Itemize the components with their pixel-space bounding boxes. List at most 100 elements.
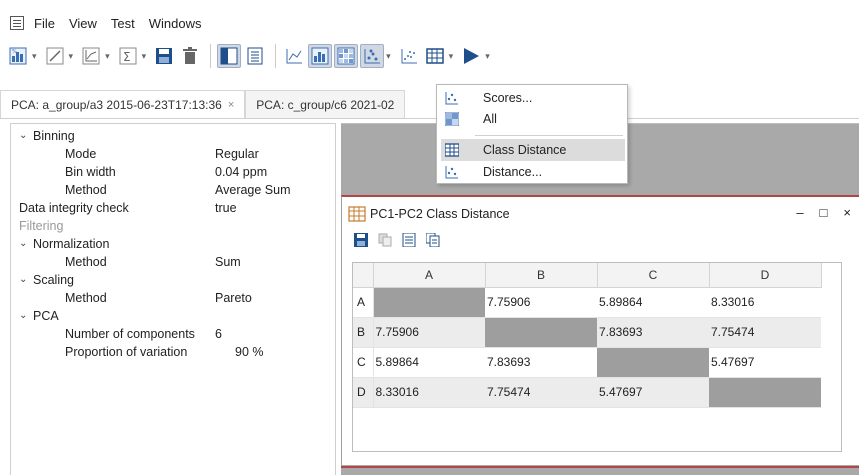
properties-panel: ⌄ Binning Mode Regular Bin width 0.04 pp… — [10, 123, 336, 475]
all-icon — [445, 112, 459, 126]
toolbar-separator — [210, 44, 212, 68]
bar-chart-icon[interactable] — [308, 44, 333, 68]
column-header[interactable]: A — [373, 263, 486, 288]
window-bottom-border — [341, 466, 859, 468]
table-cell[interactable] — [373, 287, 485, 318]
menu-test[interactable]: Test — [111, 16, 135, 31]
menu-item-scores[interactable]: Scores... — [437, 87, 627, 109]
scores-icon[interactable] — [360, 44, 385, 68]
chevron-down-icon[interactable]: ⌄ — [19, 235, 27, 253]
table-cell[interactable]: 5.89864 — [597, 287, 709, 318]
table-cell[interactable]: 8.33016 — [709, 287, 821, 318]
table-row: B 7.75906 7.83693 7.75474 — [353, 317, 821, 348]
table-cell[interactable]: 8.33016 — [373, 377, 485, 408]
chevron-down-icon[interactable]: ⌄ — [19, 127, 27, 145]
row-header[interactable]: D — [353, 377, 374, 408]
group-binning[interactable]: ⌄ Binning — [11, 127, 337, 145]
sigma-icon[interactable]: Σ — [116, 44, 140, 68]
document-icon[interactable] — [402, 233, 416, 247]
dropdown-arrow-icon[interactable]: ▾ — [449, 51, 454, 62]
close-icon[interactable]: × — [228, 99, 234, 111]
play-icon[interactable] — [459, 44, 483, 68]
window-title: PC1-PC2 Class Distance — [348, 203, 510, 225]
table-cell[interactable] — [485, 317, 597, 348]
prop-data-integrity: Data integrity check true — [19, 201, 237, 215]
column-header[interactable]: B — [485, 263, 598, 288]
table-icon — [348, 206, 366, 222]
toolbar: % ▾ ▾ ▾ Σ ▾ ▾ ▾ ▾ — [0, 38, 859, 74]
trash-icon[interactable] — [178, 44, 202, 68]
table-cell[interactable]: 7.75906 — [373, 317, 485, 348]
class-distance-window: PC1-PC2 Class Distance – □ × A B C D A 7… — [341, 195, 859, 465]
table-cell[interactable]: 7.75906 — [485, 287, 597, 318]
dropdown-arrow-icon[interactable]: ▾ — [386, 51, 391, 62]
dropdown-arrow-icon[interactable]: ▾ — [69, 51, 74, 62]
table-cell[interactable] — [597, 347, 709, 378]
dropdown-arrow-icon[interactable]: ▾ — [142, 51, 147, 62]
save-icon[interactable] — [354, 233, 368, 247]
row-header[interactable]: A — [353, 287, 374, 318]
table-cell[interactable]: 7.75474 — [485, 377, 597, 408]
save-icon[interactable] — [152, 44, 176, 68]
menu-view[interactable]: View — [69, 16, 97, 31]
row-header[interactable]: B — [353, 317, 374, 348]
panel-icon[interactable] — [217, 44, 242, 68]
prop-variation: Proportion of variation 90 % — [65, 345, 264, 359]
tab-pca-c-group[interactable]: PCA: c_group/c6 2021-02 — [245, 90, 406, 118]
dropdown-arrow-icon[interactable]: ▾ — [32, 51, 37, 62]
column-header[interactable]: D — [709, 263, 822, 288]
menu-bar: File View Test Windows — [0, 12, 859, 34]
table-icon[interactable] — [423, 44, 447, 68]
prop-scaling-method: Method Pareto — [65, 291, 252, 305]
tab-label: PCA: c_group/c6 2021-02 — [256, 97, 395, 112]
group-pca[interactable]: ⌄ PCA — [11, 307, 337, 325]
table-cell[interactable] — [709, 377, 821, 408]
table-icon — [445, 143, 459, 157]
heatmap-icon[interactable] — [334, 44, 359, 68]
tab-label: PCA: a_group/a3 2015-06-23T17:13:36 — [11, 97, 222, 112]
line-chart-icon[interactable] — [282, 44, 306, 68]
table-row: D 8.33016 7.75474 5.47697 — [353, 377, 821, 408]
menu-item-all[interactable]: All — [437, 108, 627, 130]
maximize-button[interactable]: □ — [820, 205, 828, 220]
menu-item-distance[interactable]: Distance... — [437, 161, 627, 183]
chevron-down-icon[interactable]: ⌄ — [19, 307, 27, 325]
table-row: A 7.75906 5.89864 8.33016 — [353, 287, 821, 318]
scores-icon — [445, 166, 458, 179]
line-icon[interactable] — [43, 44, 67, 68]
dropdown-arrow-icon[interactable]: ▾ — [105, 51, 110, 62]
table-cell[interactable]: 7.75474 — [709, 317, 821, 348]
document-icon[interactable] — [243, 44, 267, 68]
menu-separator — [475, 135, 623, 136]
table-cell[interactable]: 7.83693 — [485, 347, 597, 378]
table-cell[interactable]: 7.83693 — [597, 317, 709, 348]
dropdown-arrow-icon[interactable]: ▾ — [485, 51, 490, 62]
prop-method: Method Average Sum — [65, 183, 291, 197]
menu-windows[interactable]: Windows — [149, 16, 202, 31]
chart-dropdown-menu: Scores... All Class Distance Distance... — [436, 84, 628, 184]
close-button[interactable]: × — [843, 205, 851, 220]
chevron-down-icon[interactable]: ⌄ — [19, 271, 27, 289]
menu-item-class-distance[interactable]: Class Distance — [441, 139, 625, 161]
table-cell[interactable]: 5.89864 — [373, 347, 485, 378]
scatter-icon[interactable] — [397, 44, 421, 68]
window-controls: – □ × — [796, 205, 851, 220]
group-scaling[interactable]: ⌄ Scaling — [11, 271, 337, 289]
window-toolbar — [354, 233, 440, 247]
xy-plot-icon[interactable] — [79, 44, 103, 68]
svg-text:%: % — [12, 49, 17, 55]
prop-norm-method: Method Sum — [65, 255, 241, 269]
minimize-button[interactable]: – — [796, 205, 803, 220]
row-header[interactable]: C — [353, 347, 374, 378]
prop-bin-width: Bin width 0.04 ppm — [65, 165, 268, 179]
group-normalization[interactable]: ⌄ Normalization — [11, 235, 337, 253]
menu-file[interactable]: File — [34, 16, 55, 31]
tab-pca-a-group[interactable]: PCA: a_group/a3 2015-06-23T17:13:36 × — [0, 90, 246, 118]
copy-document-icon[interactable] — [426, 233, 440, 247]
table-cell[interactable]: 5.47697 — [597, 377, 709, 408]
table-cell[interactable]: 5.47697 — [709, 347, 821, 378]
app-menu-icon[interactable] — [10, 16, 24, 30]
copy-icon[interactable] — [378, 233, 392, 247]
pca-chart-icon[interactable]: % — [6, 44, 30, 68]
column-header[interactable]: C — [597, 263, 710, 288]
